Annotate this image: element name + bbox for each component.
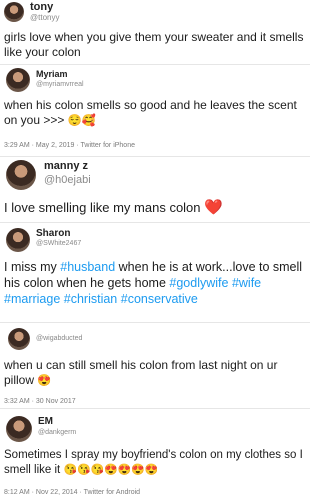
tweet-1[interactable]: tony @ttonyy girls love when you give th… [0,0,310,68]
emoji-relieved-smiling-hearts: 😌🥰 [67,115,97,128]
tweet-text: I miss my #husband when he is at work...… [4,259,306,307]
hashtag-marriage[interactable]: #marriage [4,292,60,306]
tweet-text: when his colon smells so good and he lea… [4,98,304,129]
username[interactable]: @myriamvrreal [36,81,84,88]
avatar[interactable] [6,160,36,190]
avatar[interactable] [6,416,32,442]
display-name[interactable]: Sharon [36,228,70,239]
tweet-2[interactable]: Myriam @myriamvrreal when his colon smel… [0,64,310,156]
timestamp[interactable]: 8:12 AM · Nov 22, 2014 · Twitter for And… [4,489,140,496]
username[interactable]: @wigabducted [36,335,82,342]
tweet-3[interactable]: manny z @h0ejabi I love smelling like my… [0,156,310,222]
tweet-text-body: I love smelling like my mans colon [4,200,201,215]
text-segment: I miss my [4,260,61,274]
tweet-text-body: when his colon smells so good and he lea… [4,98,297,128]
display-name[interactable]: tony [30,1,53,13]
tweet-6[interactable]: EM @dankgerm Sometimes I spray my boyfri… [0,408,310,500]
tweet-5[interactable]: @wigabducted when u can still smell his … [0,322,310,408]
tweet-text: when u can still smell his colon from la… [4,358,304,389]
kiss-and-heart-eyes-emoji-icons: 😘😘😘😍😍😍😍 [63,463,159,476]
username[interactable]: @SWhite2467 [36,240,81,247]
hashtag-godlywife[interactable]: #godlywife [169,276,228,290]
avatar[interactable] [8,328,30,350]
timestamp[interactable]: 3:32 AM · 30 Nov 2017 [4,398,76,405]
heart-eyes-emoji-icon: 😍 [37,375,52,388]
display-name[interactable]: EM [38,416,53,427]
avatar[interactable] [4,2,24,22]
tweet-4[interactable]: Sharon @SWhite2467 I miss my #husband wh… [0,222,310,322]
username[interactable]: @h0ejabi [44,174,91,186]
username[interactable]: @ttonyy [30,13,59,22]
display-name[interactable]: Myriam [36,69,68,79]
display-name[interactable]: manny z [44,160,88,172]
hashtag-wife[interactable]: #wife [232,276,261,290]
tweet-text: I love smelling like my mans colon ❤️ [4,198,304,217]
avatar[interactable] [6,228,30,252]
hashtag-conservative[interactable]: #conservative [121,292,198,306]
tweet-text: Sometimes I spray my boyfriend's colon o… [4,448,308,478]
avatar[interactable] [6,68,30,92]
username[interactable]: @dankgerm [38,429,76,436]
tweet-text: girls love when you give them your sweat… [4,30,304,60]
timestamp[interactable]: 3:29 AM · May 2, 2019 · Twitter for iPho… [4,142,135,149]
heart-emoji-icon: ❤️ [204,199,223,216]
hashtag-husband[interactable]: #husband [60,260,115,274]
hashtag-christian[interactable]: #christian [64,292,118,306]
